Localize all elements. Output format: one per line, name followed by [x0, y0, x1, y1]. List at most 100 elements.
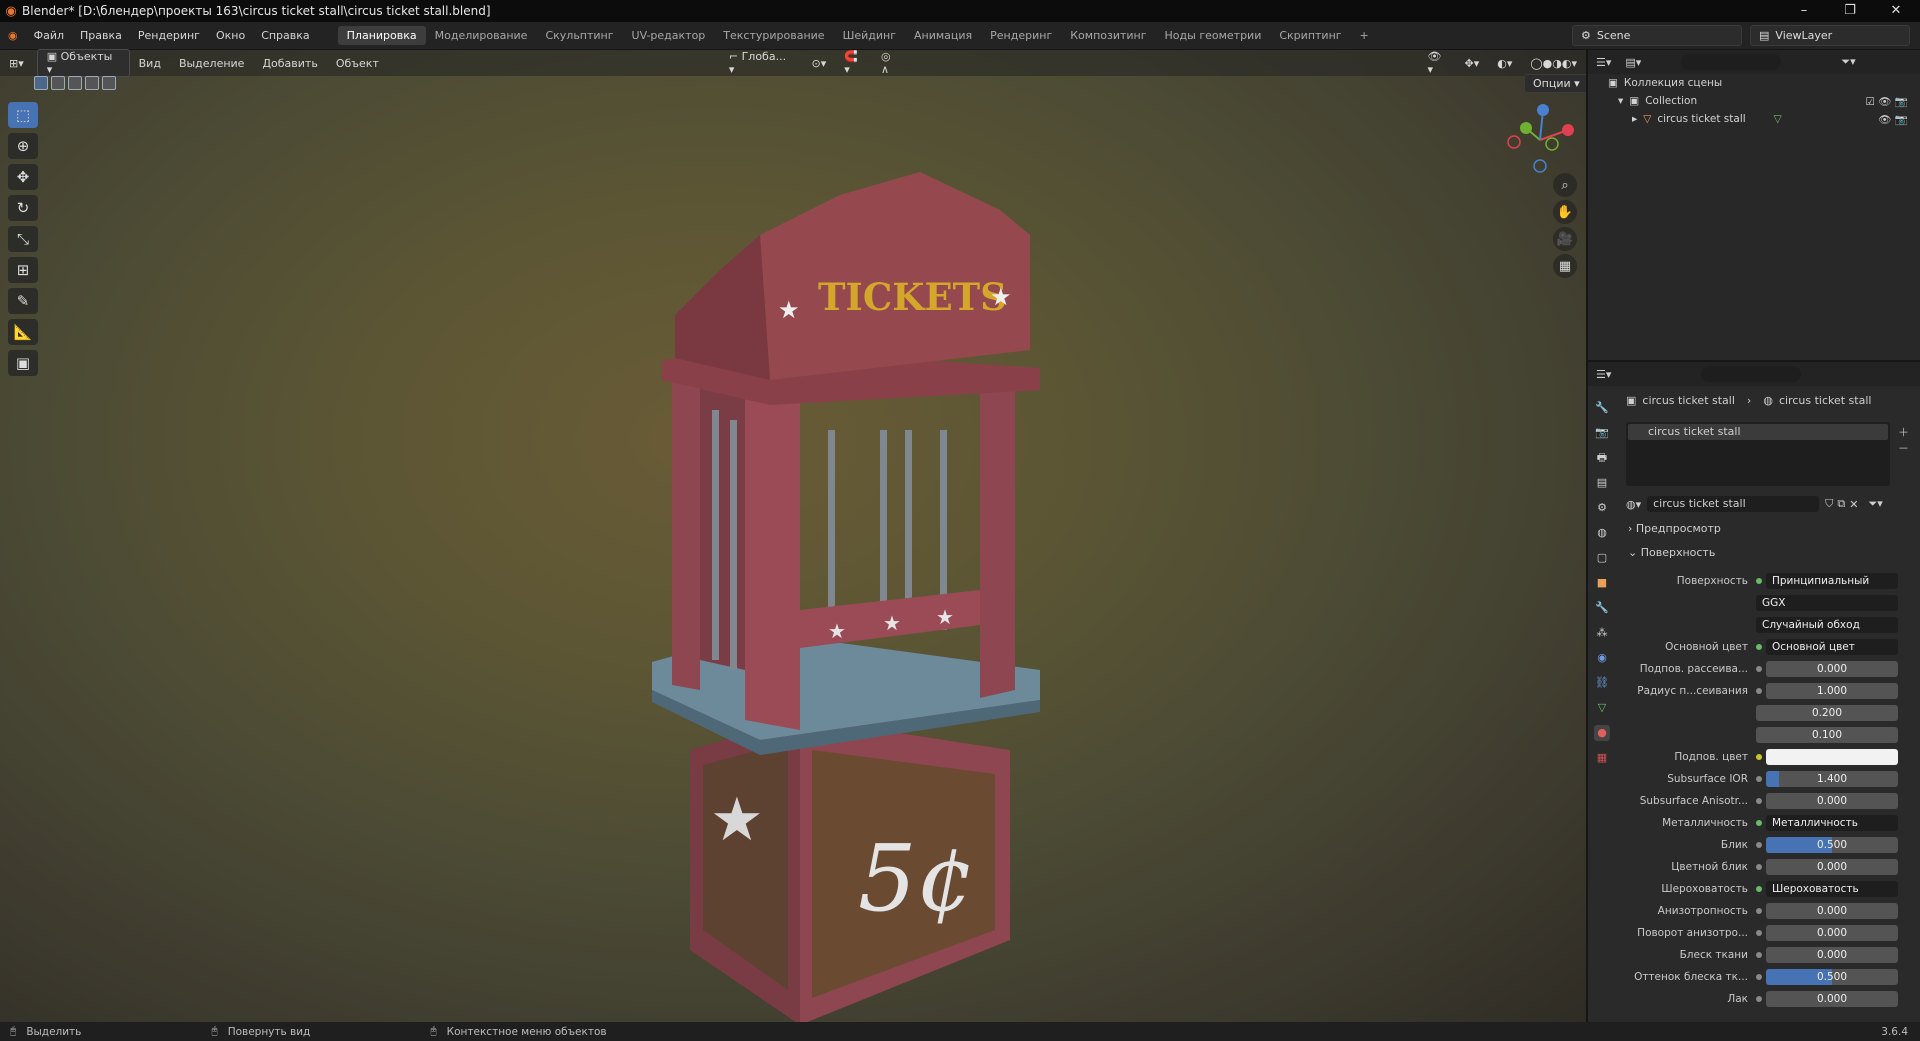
property-field[interactable]: Шероховатость — [1766, 881, 1898, 897]
modifier-tab-icon[interactable]: 🔧 — [1594, 600, 1610, 616]
socket-icon[interactable] — [1756, 908, 1762, 914]
output-tab-icon[interactable]: 🖶 — [1594, 450, 1610, 466]
axis-y-icon[interactable] — [1520, 122, 1532, 134]
axis-x-icon[interactable] — [1562, 124, 1574, 136]
constraints-tab-icon[interactable]: ⛓ — [1594, 675, 1610, 691]
expand-arrow-icon[interactable]: ▾ — [1618, 95, 1623, 107]
texture-tab-icon[interactable]: ▦ — [1594, 750, 1610, 766]
property-field[interactable]: 0.000 — [1766, 991, 1898, 1007]
material-slot-item[interactable]: circus ticket stall — [1628, 424, 1888, 440]
tab-uv-editing[interactable]: UV-редактор — [623, 26, 715, 45]
collection-row[interactable]: ▾ ▣ Collection ☑ 👁 📷 — [1618, 92, 1920, 110]
particles-tab-icon[interactable]: ⁂ — [1594, 625, 1610, 641]
measure-tool-icon[interactable]: 📐 — [8, 319, 38, 345]
mode-selector[interactable]: ▣ Объекты ▾ — [36, 49, 130, 77]
material-slots-list[interactable]: circus ticket stall — [1626, 422, 1890, 486]
tab-rendering[interactable]: Рендеринг — [981, 26, 1061, 45]
shading-modes-icon[interactable]: ◯●◑◐▾ — [1521, 57, 1586, 70]
select-intersect-icon[interactable] — [102, 76, 116, 90]
select-subtract-icon[interactable] — [68, 76, 82, 90]
socket-icon[interactable] — [1756, 930, 1762, 936]
socket-icon[interactable] — [1756, 644, 1762, 650]
maximize-button[interactable]: ❐ — [1828, 0, 1872, 22]
tab-sculpting[interactable]: Скульптинг — [536, 26, 622, 45]
scene-tab-icon[interactable]: ⚙ — [1594, 500, 1610, 516]
data-tab-icon[interactable]: ▽ — [1594, 700, 1610, 716]
minimize-button[interactable]: – — [1782, 0, 1826, 22]
add-cube-tool-icon[interactable]: ▣ — [8, 350, 38, 376]
property-field[interactable]: 0.000 — [1766, 661, 1898, 677]
node-filter-icon[interactable]: ⏷▾ — [1868, 497, 1882, 511]
scene-selector[interactable]: ⚙ Scene — [1572, 25, 1742, 46]
object-visibility-icons[interactable]: 👁 📷 — [1878, 113, 1908, 126]
select-new-icon[interactable] — [34, 76, 48, 90]
menu-help[interactable]: Справка — [253, 29, 317, 42]
socket-icon[interactable] — [1756, 864, 1762, 870]
snap-icon[interactable]: 🧲▾ — [835, 50, 872, 76]
outliner-search-input[interactable] — [1681, 54, 1782, 70]
scene-collection-row[interactable]: ▣ Коллекция сцены — [1608, 74, 1920, 92]
socket-icon[interactable] — [1756, 886, 1762, 892]
socket-icon[interactable] — [1756, 842, 1762, 848]
outliner-editor-icon[interactable]: ☰▾ — [1596, 56, 1611, 69]
camera-view-icon[interactable]: 🎥 — [1553, 227, 1577, 251]
slot-add-remove-buttons[interactable]: ＋－ — [1898, 424, 1909, 456]
editor-type-icon[interactable]: ⊞▾ — [0, 57, 33, 70]
collection-visibility-icons[interactable]: ☑ 👁 📷 — [1866, 95, 1909, 108]
menu-select[interactable]: Выделение — [170, 57, 254, 70]
property-field[interactable]: 1.400 — [1766, 771, 1898, 787]
property-field[interactable]: 0.200 — [1756, 705, 1898, 721]
property-field[interactable]: 1.000 — [1766, 683, 1898, 699]
socket-icon[interactable] — [1756, 798, 1762, 804]
tab-modeling[interactable]: Моделирование — [426, 26, 537, 45]
options-button[interactable]: Опции ▾ — [1524, 74, 1589, 93]
property-field[interactable]: GGX — [1756, 595, 1898, 611]
surface-panel-header[interactable]: ⌄ Поверхность — [1628, 546, 1715, 559]
menu-object[interactable]: Объект — [327, 57, 388, 70]
socket-icon[interactable] — [1756, 996, 1762, 1002]
tab-animation[interactable]: Анимация — [905, 26, 981, 45]
menu-render[interactable]: Рендеринг — [130, 29, 208, 42]
duplicate-material-icon[interactable]: ⧉ — [1837, 497, 1845, 511]
render-tab-icon[interactable]: 📷 — [1594, 425, 1610, 441]
collection-tab-icon[interactable]: ▢ — [1594, 550, 1610, 566]
pivot-icon[interactable]: ⊙▾ — [803, 57, 836, 70]
property-field[interactable]: Случайный обход — [1756, 617, 1898, 633]
perspective-grid-icon[interactable]: ▦ — [1553, 254, 1577, 278]
menu-window[interactable]: Окно — [208, 29, 253, 42]
scale-tool-icon[interactable]: ⤡ — [8, 226, 38, 252]
property-field[interactable]: 0.000 — [1766, 925, 1898, 941]
fake-user-icon[interactable]: ⛉ — [1825, 497, 1833, 511]
socket-icon[interactable] — [1756, 688, 1762, 694]
select-box-tool-icon[interactable]: ⬚ — [8, 102, 38, 128]
property-field[interactable]: 0.500 — [1766, 837, 1898, 853]
annotate-tool-icon[interactable]: ✎ — [8, 288, 38, 314]
orientation-selector[interactable]: ⌐ Глоба... ▾ — [720, 50, 803, 76]
property-field[interactable]: 0.000 — [1766, 793, 1898, 809]
transform-tool-icon[interactable]: ⊞ — [8, 257, 38, 283]
property-field[interactable]: 0.100 — [1756, 727, 1898, 743]
material-name-field[interactable]: circus ticket stall — [1647, 496, 1820, 512]
menu-view[interactable]: Вид — [130, 57, 170, 70]
menu-edit[interactable]: Правка — [72, 29, 130, 42]
zoom-icon[interactable]: ⌕ — [1553, 173, 1577, 197]
property-field[interactable]: Металличность — [1766, 815, 1898, 831]
move-tool-icon[interactable]: ✥ — [8, 164, 38, 190]
select-invert-icon[interactable] — [85, 76, 99, 90]
gizmo-icon[interactable]: ✥▾ — [1455, 57, 1488, 70]
view-layer-tab-icon[interactable]: ▤ — [1594, 475, 1610, 491]
add-workspace-button[interactable]: + — [1351, 26, 1378, 45]
property-field[interactable] — [1766, 749, 1898, 765]
socket-icon[interactable] — [1756, 952, 1762, 958]
blender-menu-icon[interactable]: ◉ — [0, 29, 26, 42]
menu-add[interactable]: Добавить — [253, 57, 326, 70]
material-tab-icon[interactable]: ● — [1594, 725, 1610, 741]
property-field[interactable]: 0.000 — [1766, 947, 1898, 963]
axis-z-icon[interactable] — [1537, 104, 1549, 116]
unlink-material-icon[interactable]: ✕ — [1849, 498, 1858, 511]
tab-geometry-nodes[interactable]: Ноды геометрии — [1156, 26, 1271, 45]
cursor-tool-icon[interactable]: ⊕ — [8, 133, 38, 159]
property-field[interactable]: Основной цвет — [1766, 639, 1898, 655]
select-extend-icon[interactable] — [51, 76, 65, 90]
object-row[interactable]: ▸ ▽ circus ticket stall ▽ 👁 📷 — [1632, 110, 1920, 128]
